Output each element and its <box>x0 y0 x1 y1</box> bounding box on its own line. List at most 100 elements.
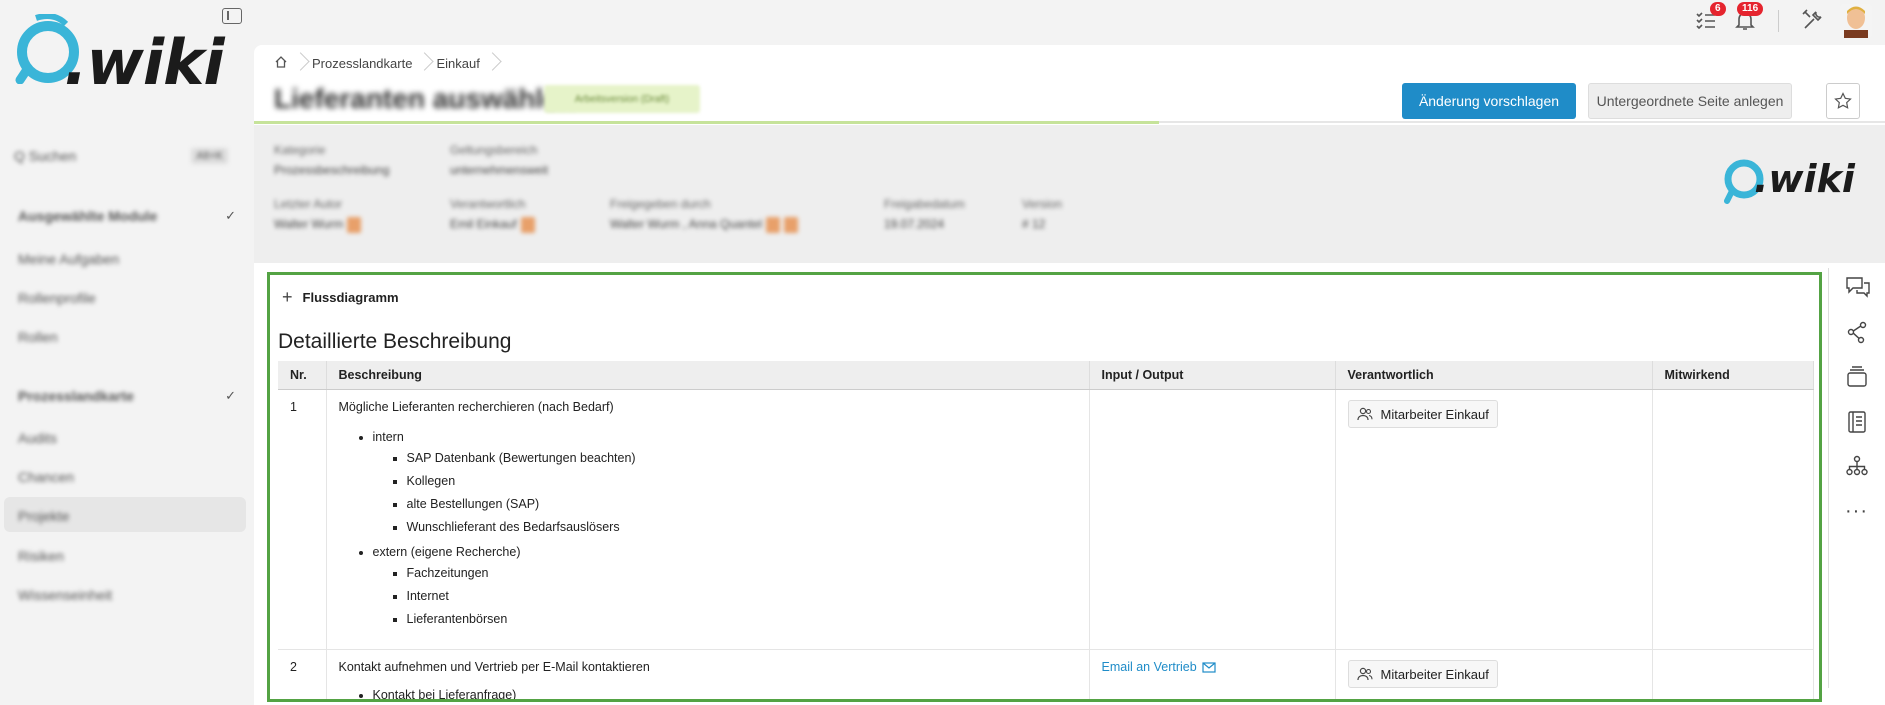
breadcrumb-purchasing[interactable]: Einkauf <box>436 56 479 71</box>
side-toolbar: ··· <box>1828 268 1882 688</box>
breadcrumb-process-map[interactable]: Prozesslandkarte <box>312 56 412 71</box>
suggest-change-button[interactable]: Änderung vorschlagen <box>1402 83 1576 119</box>
sidebar-search[interactable]: Q Suchen Alt+K <box>14 148 234 168</box>
notifications-badge: 116 <box>1737 2 1764 16</box>
process-steps-table: Nr. Beschreibung Input / Output Verantwo… <box>278 361 1814 699</box>
sidebar-item-tasks[interactable]: Meine Aufgaben <box>18 251 238 267</box>
sitemap-icon <box>1846 455 1868 476</box>
search-label: Q Suchen <box>14 148 77 164</box>
column-header-contributing: Mitwirkend <box>1652 361 1814 390</box>
status-badge: Arbeitsversion (Draft) <box>544 85 700 113</box>
meta-value: unternehmensweit <box>450 163 549 177</box>
meta-scope: Geltungsbereich unternehmensweit <box>450 143 548 177</box>
create-subpage-button[interactable]: Untergeordnete Seite anlegen <box>1588 83 1792 119</box>
list-item: alte Bestellungen (SAP) <box>407 493 1077 516</box>
avatar <box>520 217 535 233</box>
topbar-divider <box>1778 10 1779 32</box>
layers-icon <box>1847 366 1867 387</box>
comments-icon <box>1846 277 1870 298</box>
user-avatar[interactable] <box>1840 4 1872 38</box>
sidebar-collapse-icon[interactable] <box>222 8 242 24</box>
role-chip[interactable]: Mitarbeiter Einkauf <box>1347 400 1498 428</box>
meta-label: Geltungsbereich <box>450 143 538 157</box>
meta-value: Prozessbeschreibung <box>274 163 390 177</box>
page-title: Lieferanten auswählen <box>274 83 576 114</box>
users-icon <box>1356 667 1373 681</box>
content-area: + Flussdiagramm Detaillierte Beschreibun… <box>267 272 1822 702</box>
tasks-button[interactable]: 6 <box>1694 2 1726 37</box>
role-chip[interactable]: Mitarbeiter Einkauf <box>1347 660 1498 688</box>
io-label: Email an Vertrieb <box>1101 660 1197 674</box>
meta-value: 19.07.2024 <box>884 217 945 231</box>
sidebar-item-selected-modules[interactable]: Ausgewählte Module ✓ <box>18 208 238 224</box>
table-row: 1 Mögliche Lieferanten recherchieren (na… <box>278 389 1814 650</box>
share-button[interactable] <box>1845 320 1869 349</box>
users-icon <box>1356 407 1373 421</box>
metadata-panel: Kategorie Prozessbeschreibung Geltungsbe… <box>254 125 1885 263</box>
row-io <box>1089 389 1336 650</box>
row-io: Email an Vertrieb <box>1089 649 1336 699</box>
step-title: Kontakt aufnehmen und Vertrieb per E-Mai… <box>338 660 650 674</box>
step-title: Mögliche Lieferanten recherchieren (nach… <box>338 400 614 414</box>
avatar <box>766 217 781 233</box>
notifications-button[interactable]: 116 <box>1733 2 1764 37</box>
sidebar-item-knowledge[interactable]: Wissenseinheit <box>18 587 238 603</box>
admin-tools-button[interactable] <box>1801 8 1825 37</box>
sidebar-item-roles[interactable]: Rollen <box>18 329 238 345</box>
breadcrumb: Prozesslandkarte Einkauf <box>274 51 504 75</box>
sidebar-item-role-profiles[interactable]: Rollenprofile <box>18 290 238 306</box>
sidebar-item-risks[interactable]: Risiken <box>18 548 238 564</box>
column-header-io: Input / Output <box>1089 361 1336 390</box>
list-item: Lieferantenbörsen <box>407 608 1077 631</box>
breadcrumb-separator <box>296 52 304 74</box>
meta-label: Verantwortlich <box>450 197 526 211</box>
row-description: Mögliche Lieferanten recherchieren (nach… <box>326 389 1090 650</box>
meta-value: # 12 <box>1022 217 1046 231</box>
io-email-link[interactable]: Email an Vertrieb <box>1102 660 1217 674</box>
home-icon[interactable] <box>274 55 288 72</box>
title-progress-line <box>254 121 1159 124</box>
list-item: Kollegen <box>407 470 1077 493</box>
step-details-list: intern SAP Datenbank (Bewertungen beacht… <box>373 428 1077 631</box>
meta-author: Letzter Autor Walter Wurm <box>274 197 362 233</box>
breadcrumb-separator <box>420 52 428 74</box>
sidebar-item-process-map[interactable]: Prozesslandkarte ✓ <box>18 388 238 404</box>
list-item: extern (eigene Recherche) Fachzeitungen … <box>373 543 1077 631</box>
comments-button[interactable] <box>1845 276 1871 303</box>
breadcrumb-separator <box>488 52 496 74</box>
more-icon[interactable]: ··· <box>1845 500 1868 523</box>
checkmark-icon: ✓ <box>225 388 236 403</box>
share-icon <box>1847 321 1867 344</box>
meta-value: Walter Wurm <box>274 217 344 232</box>
meta-release-date: Freigabedatum 19.07.2024 <box>884 197 965 231</box>
row-responsible: Mitarbeiter Einkauf <box>1335 389 1653 650</box>
avatar <box>784 217 799 233</box>
plus-icon: + <box>282 287 293 307</box>
versions-button[interactable] <box>1845 365 1869 394</box>
sidebar-item-label: Prozesslandkarte <box>18 388 134 404</box>
sidebar-item-audits[interactable]: Audits <box>18 430 238 446</box>
sidebar-item-chances[interactable]: Chancen <box>18 469 238 485</box>
meta-label: Freigegeben durch <box>610 197 711 211</box>
book-icon <box>1848 411 1866 433</box>
search-shortcut: Alt+K <box>191 148 228 164</box>
sidebar: .wiki Q Suchen Alt+K Ausgewählte Module … <box>0 0 252 705</box>
meta-value: Walter Wurm , Anna Quantel <box>610 217 763 232</box>
hierarchy-button[interactable] <box>1845 454 1869 483</box>
row-description: Kontakt aufnehmen und Vertrieb per E-Mai… <box>326 649 1090 699</box>
list-item: Wunschlieferant des Bedarfsauslösers <box>407 516 1077 539</box>
row-number: 2 <box>278 649 327 699</box>
favorite-button[interactable] <box>1826 83 1860 119</box>
flowchart-toggle[interactable]: + Flussdiagramm <box>282 287 399 308</box>
meta-responsible: Verantwortlich Emil Einkauf <box>450 197 535 233</box>
tools-icon <box>1802 9 1822 29</box>
row-responsible: Mitarbeiter Einkauf <box>1335 649 1653 699</box>
column-header-responsible: Verantwortlich <box>1335 361 1653 390</box>
row-contributing <box>1652 389 1814 650</box>
sidebar-item-projects[interactable]: Projekte <box>18 508 238 524</box>
list-item: intern SAP Datenbank (Bewertungen beacht… <box>373 428 1077 539</box>
meta-category: Kategorie Prozessbeschreibung <box>274 143 389 177</box>
avatar <box>347 217 362 233</box>
documents-button[interactable] <box>1845 410 1869 439</box>
role-label: Mitarbeiter Einkauf <box>1380 406 1489 422</box>
